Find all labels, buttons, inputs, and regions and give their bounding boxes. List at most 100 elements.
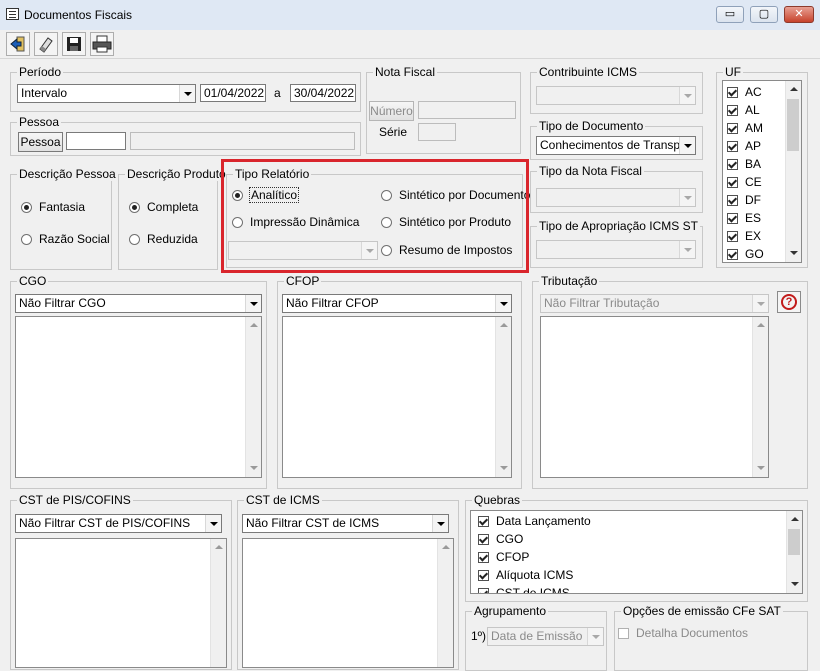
uf-legend: UF xyxy=(723,65,743,79)
cst-icms-scrollbar[interactable] xyxy=(437,539,453,667)
scroll-up-icon[interactable] xyxy=(249,321,258,330)
uf-item-label: AM xyxy=(745,121,763,135)
exit-button[interactable] xyxy=(6,32,30,56)
uf-item-am[interactable]: AM xyxy=(727,121,763,135)
chevron-down-icon xyxy=(752,295,768,312)
uf-item-go[interactable]: GO xyxy=(727,247,764,261)
cst-icms-list[interactable] xyxy=(242,538,454,668)
scroll-up-icon[interactable] xyxy=(756,321,765,330)
cst-pis-select[interactable]: Não Filtrar CST de PIS/COFINS xyxy=(15,514,222,533)
uf-item-label: ES xyxy=(745,211,762,225)
scroll-down-icon[interactable] xyxy=(756,464,765,473)
radio-reduzida[interactable]: Reduzida xyxy=(129,232,198,246)
window-list-icon xyxy=(6,8,19,20)
scroll-up-icon[interactable] xyxy=(789,85,798,94)
uf-item-ba[interactable]: BA xyxy=(727,157,761,171)
exit-icon xyxy=(10,36,25,52)
serie-input[interactable] xyxy=(418,123,456,141)
tributacao-scrollbar[interactable] xyxy=(752,317,768,477)
uf-item-es[interactable]: ES xyxy=(727,211,761,225)
quebras-item-label: CST de ICMS xyxy=(496,586,570,594)
scroll-down-icon[interactable] xyxy=(789,249,798,258)
scroll-thumb[interactable] xyxy=(787,99,799,151)
contribuinte-select[interactable] xyxy=(536,86,696,105)
pessoa-name-input[interactable] xyxy=(130,132,355,150)
quebras-list[interactable]: Data Lançamento CGO CFOP Alíquota ICMS CST d… xyxy=(470,510,803,594)
scroll-up-icon[interactable] xyxy=(214,543,223,552)
quebras-item[interactable]: CFOP xyxy=(478,550,529,564)
checkbox-indicator xyxy=(478,533,489,545)
scroll-up-icon[interactable] xyxy=(790,515,799,524)
tributacao-select[interactable]: Não Filtrar Tributação xyxy=(540,294,769,313)
help-button[interactable]: ? xyxy=(777,291,801,313)
quebras-scrollbar[interactable] xyxy=(786,511,802,593)
cst-icms-select[interactable]: Não Filtrar CST de ICMS xyxy=(242,514,449,533)
scroll-down-icon[interactable] xyxy=(249,464,258,473)
uf-item-al[interactable]: AL xyxy=(727,103,760,117)
radio-label: Razão Social xyxy=(39,232,110,246)
numero-button[interactable]: Número xyxy=(369,101,414,121)
maximize-button[interactable]: ▢ xyxy=(750,6,778,23)
chevron-down-icon xyxy=(179,85,195,102)
save-button[interactable] xyxy=(62,32,86,56)
radio-label: Reduzida xyxy=(147,232,198,246)
minimize-button[interactable]: ▭ xyxy=(716,6,744,23)
maximize-icon: ▢ xyxy=(758,8,770,20)
chevron-down-icon xyxy=(495,295,511,312)
radio-razao-social[interactable]: Razão Social xyxy=(21,232,110,246)
cst-pis-scrollbar[interactable] xyxy=(210,539,226,667)
cfop-list[interactable] xyxy=(282,316,512,478)
pessoa-code-input[interactable] xyxy=(66,132,126,150)
tipo-apropriacao-select[interactable] xyxy=(536,240,696,259)
tipo-documento-select[interactable]: Conhecimentos de Transport xyxy=(536,136,696,155)
uf-item-ac[interactable]: AC xyxy=(727,85,762,99)
uf-item-ap[interactable]: AP xyxy=(727,139,761,153)
cgo-list[interactable] xyxy=(15,316,262,478)
cgo-select[interactable]: Não Filtrar CGO xyxy=(15,294,262,313)
descricao-produto-legend: Descrição Produto xyxy=(125,167,228,181)
quebras-item[interactable]: CGO xyxy=(478,532,523,546)
cst-pis-list[interactable] xyxy=(15,538,227,668)
tipo-documento-legend: Tipo de Documento xyxy=(537,119,646,133)
agrupamento-select[interactable]: Data de Emissão xyxy=(487,627,604,646)
print-icon xyxy=(92,35,112,53)
date-from-input[interactable]: 01/04/2022 xyxy=(200,84,266,102)
checkbox-indicator xyxy=(478,515,489,527)
radio-completa[interactable]: Completa xyxy=(129,200,198,214)
scroll-down-icon[interactable] xyxy=(499,464,508,473)
scroll-up-icon[interactable] xyxy=(499,321,508,330)
uf-item-ce[interactable]: CE xyxy=(727,175,762,189)
print-button[interactable] xyxy=(90,32,114,56)
chevron-down-icon xyxy=(205,515,221,532)
chevron-down-icon xyxy=(679,137,695,154)
agrupamento-ordinal: 1º) xyxy=(471,629,487,643)
tipo-nota-select[interactable] xyxy=(536,188,696,207)
quebras-item[interactable]: CST de ICMS xyxy=(478,586,570,594)
detalha-documentos-checkbox[interactable]: Detalha Documentos xyxy=(618,626,748,640)
scroll-thumb[interactable] xyxy=(788,529,800,555)
numero-input[interactable] xyxy=(418,101,516,119)
uf-scrollbar[interactable] xyxy=(785,81,801,262)
close-icon: ✕ xyxy=(794,8,804,20)
quebras-legend: Quebras xyxy=(472,493,523,507)
tributacao-list[interactable] xyxy=(540,316,769,478)
periodo-type-select[interactable]: Intervalo xyxy=(17,84,196,103)
cfop-scrollbar[interactable] xyxy=(495,317,511,477)
close-button[interactable]: ✕ xyxy=(784,6,814,23)
quebras-item[interactable]: Alíquota ICMS xyxy=(478,568,573,582)
eraser-button[interactable] xyxy=(34,32,58,56)
scroll-down-icon[interactable] xyxy=(790,580,799,589)
uf-item-df[interactable]: DF xyxy=(727,193,761,207)
cgo-scrollbar[interactable] xyxy=(245,317,261,477)
scroll-up-icon[interactable] xyxy=(441,543,450,552)
quebras-item[interactable]: Data Lançamento xyxy=(478,514,591,528)
cfop-select[interactable]: Não Filtrar CFOP xyxy=(282,294,512,313)
uf-list[interactable]: AC AL AM AP BA CE DF ES EX GO xyxy=(722,80,802,263)
date-to-input[interactable]: 30/04/2022 xyxy=(290,84,356,102)
uf-item-ex[interactable]: EX xyxy=(727,229,761,243)
uf-item-label: BA xyxy=(745,157,762,171)
pessoa-button[interactable]: Pessoa xyxy=(18,132,63,152)
checkbox-indicator xyxy=(727,104,738,116)
chevron-down-icon xyxy=(432,515,448,532)
radio-fantasia[interactable]: Fantasia xyxy=(21,200,85,214)
